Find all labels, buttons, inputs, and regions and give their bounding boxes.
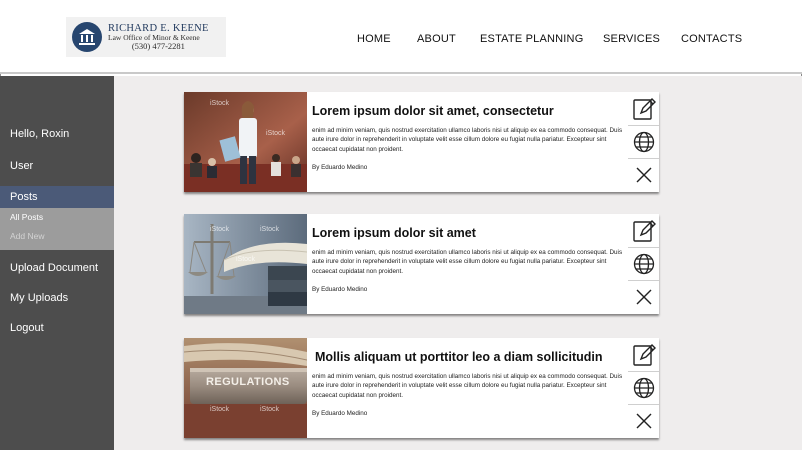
nav-contacts[interactable]: CONTACTS: [681, 33, 742, 45]
post-excerpt: enim ad minim veniam, quis nostrud exerc…: [312, 373, 623, 399]
edit-icon[interactable]: [628, 338, 659, 371]
nav-services[interactable]: SERVICES: [603, 33, 660, 45]
watermark: iStock: [266, 130, 286, 137]
nav-about[interactable]: ABOUT: [417, 33, 456, 45]
globe-icon[interactable]: [628, 247, 659, 280]
post-excerpt: enim ad minim veniam, quis nostrud exerc…: [312, 127, 623, 153]
post-actions: [628, 338, 659, 438]
edit-icon[interactable]: [628, 214, 659, 247]
header: RICHARD E. KEENE Law Office of Minor & K…: [0, 0, 802, 74]
post-excerpt: enim ad minim veniam, quis nostrud exerc…: [312, 249, 623, 275]
greeting: Hello, Roxin: [10, 128, 70, 140]
post-card: REGULATIONS iStock iStock Mollis aliquam…: [184, 338, 659, 438]
post-author: By Eduardo Medino: [312, 164, 368, 171]
post-author: By Eduardo Medino: [312, 410, 368, 417]
main-content: iStock iStock Lorem ipsum dolor sit amet…: [114, 76, 802, 450]
submenu-add-new[interactable]: Add New: [10, 231, 45, 241]
post-card: iStock iStock iStock Lorem ipsum dolor s…: [184, 214, 659, 314]
watermark: iStock: [260, 226, 280, 233]
sidebar-item-posts[interactable]: Posts: [0, 186, 114, 208]
close-icon[interactable]: [628, 404, 659, 437]
nav-home[interactable]: HOME: [357, 33, 391, 45]
submenu-all-posts[interactable]: All Posts: [10, 212, 43, 222]
sidebar: Hello, Roxin User Posts All Posts Add Ne…: [0, 76, 114, 450]
logo[interactable]: RICHARD E. KEENE Law Office of Minor & K…: [66, 17, 226, 57]
nav-estate-planning[interactable]: ESTATE PLANNING: [480, 33, 583, 45]
sidebar-item-user[interactable]: User: [0, 160, 114, 172]
globe-icon[interactable]: [628, 371, 659, 404]
posts-submenu: All Posts Add New: [0, 208, 114, 250]
post-image[interactable]: iStock iStock: [184, 92, 307, 192]
sidebar-item-logout[interactable]: Logout: [0, 322, 114, 334]
edit-icon[interactable]: [628, 92, 659, 125]
post-image[interactable]: iStock iStock iStock: [184, 214, 307, 314]
post-title[interactable]: Mollis aliquam ut porttitor leo a diam s…: [315, 350, 603, 364]
watermark: iStock: [260, 406, 280, 413]
post-author: By Eduardo Medino: [312, 286, 368, 293]
post-actions: [628, 92, 659, 192]
post-actions: [628, 214, 659, 314]
book-spine-label: REGULATIONS: [206, 376, 290, 388]
sidebar-item-my-uploads[interactable]: My Uploads: [0, 292, 114, 304]
courthouse-icon: [72, 22, 102, 52]
watermark: iStock: [210, 406, 230, 413]
sidebar-item-upload-document[interactable]: Upload Document: [0, 262, 114, 274]
close-icon[interactable]: [628, 280, 659, 313]
watermark: iStock: [236, 256, 256, 263]
globe-icon[interactable]: [628, 125, 659, 158]
post-image[interactable]: REGULATIONS iStock iStock: [184, 338, 307, 438]
post-title[interactable]: Lorem ipsum dolor sit amet, consectetur: [312, 104, 554, 118]
watermark: iStock: [210, 226, 230, 233]
watermark: iStock: [210, 100, 230, 107]
post-card: iStock iStock Lorem ipsum dolor sit amet…: [184, 92, 659, 192]
post-title[interactable]: Lorem ipsum dolor sit amet: [312, 226, 476, 240]
close-icon[interactable]: [628, 158, 659, 191]
brand-phone: (530) 477-2281: [131, 40, 185, 51]
